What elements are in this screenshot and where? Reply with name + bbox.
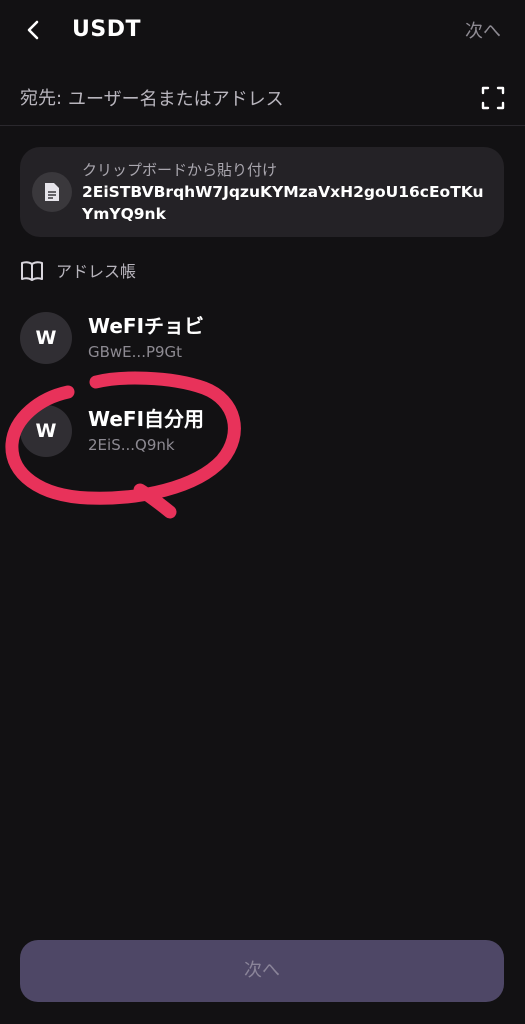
book-icon bbox=[21, 261, 43, 281]
clipboard-document-icon bbox=[45, 183, 59, 201]
paste-from-clipboard-card[interactable]: クリップボードから貼り付け 2EiSTBVBrqhW7JqzuKYMzaVxH2… bbox=[20, 147, 504, 237]
scan-icon bbox=[481, 86, 505, 110]
top-bar: USDT 次へ bbox=[0, 0, 525, 64]
contact-item[interactable]: W WeFI自分用 2EiS...Q9nk bbox=[0, 393, 525, 467]
next-button[interactable]: 次へ bbox=[20, 940, 504, 1002]
contact-address: GBwE...P9Gt bbox=[88, 343, 183, 361]
avatar: W bbox=[20, 312, 72, 364]
send-usdt-screen: USDT 次へ 宛先: クリップボードから貼り付け 2EiSTBVBrqhW7J… bbox=[0, 0, 525, 1024]
back-arrow-icon bbox=[27, 20, 39, 40]
scan-qr-button[interactable] bbox=[481, 86, 505, 110]
destination-row: 宛先: bbox=[0, 76, 525, 126]
contact-name: WeFIチョビ bbox=[88, 314, 205, 338]
back-button[interactable] bbox=[18, 14, 50, 46]
avatar: W bbox=[20, 405, 72, 457]
destination-input[interactable] bbox=[68, 84, 458, 114]
page-title: USDT bbox=[72, 17, 141, 42]
destination-label: 宛先: bbox=[20, 88, 63, 109]
contact-item[interactable]: W WeFIチョビ GBwE...P9Gt bbox=[0, 300, 525, 374]
contact-address: 2EiS...Q9nk bbox=[88, 436, 175, 454]
clipboard-label: クリップボードから貼り付け bbox=[82, 161, 278, 179]
address-book-label: アドレス帳 bbox=[56, 262, 137, 281]
contact-name: WeFI自分用 bbox=[88, 407, 205, 431]
clipboard-address: 2EiSTBVBrqhW7JqzuKYMzaVxH2goU16cEoTKuYmY… bbox=[82, 183, 484, 223]
clipboard-icon-badge bbox=[32, 172, 72, 212]
next-button-label: 次へ bbox=[244, 960, 280, 981]
next-header-button[interactable]: 次へ bbox=[465, 18, 501, 46]
